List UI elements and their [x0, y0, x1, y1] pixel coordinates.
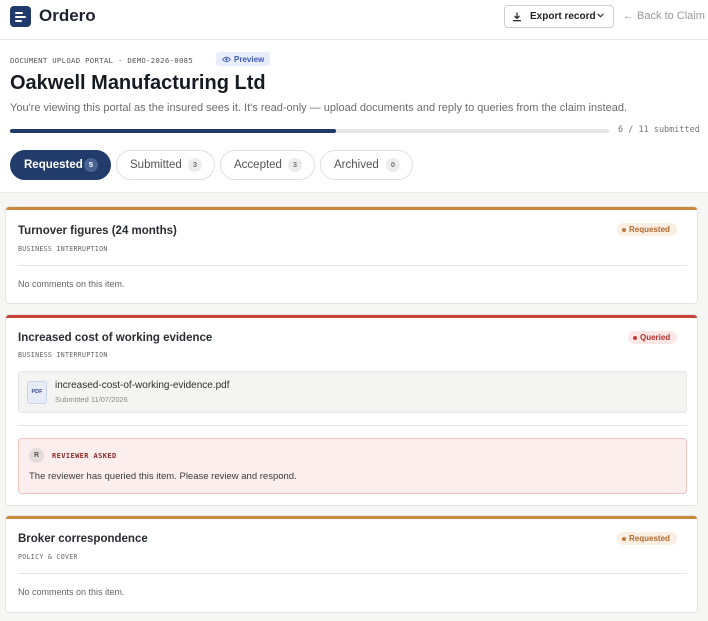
back-to-claim-link[interactable]: ← Back to Claim: [623, 10, 705, 22]
card-category: POLICY & COVER: [18, 553, 78, 561]
tab-archived[interactable]: Archived 0: [320, 150, 413, 180]
card-title: Turnover figures (24 months): [18, 225, 177, 237]
card-title: Increased cost of working evidence: [18, 332, 213, 344]
preview-label: Preview: [234, 54, 265, 64]
pdf-file-icon: PDF: [27, 381, 47, 404]
top-bar: Ordero Export record ← Back to Claim: [0, 0, 708, 40]
page-title: Oakwell Manufacturing Ltd: [10, 72, 266, 94]
menu-lines-icon[interactable]: [10, 6, 31, 27]
preview-badge: Preview: [216, 52, 271, 66]
card-comment: No comments on this item.: [18, 279, 125, 289]
tab-label: Submitted: [130, 159, 182, 171]
document-card[interactable]: Increased cost of working evidence BUSIN…: [5, 314, 698, 506]
document-card[interactable]: Turnover figures (24 months) BUSINESS IN…: [5, 206, 698, 304]
reviewer-query-text: The reviewer has queried this item. Plea…: [29, 471, 297, 482]
download-icon: [512, 11, 522, 21]
chevron-down-icon: [597, 13, 604, 18]
document-list: Turnover figures (24 months) BUSINESS IN…: [0, 192, 708, 621]
tab-label: Accepted: [234, 159, 282, 171]
status-badge: Requested: [617, 532, 677, 545]
app-name: Ordero: [39, 6, 96, 25]
status-dot: [633, 335, 637, 340]
card-accent-bar: [6, 207, 697, 210]
file-name[interactable]: increased-cost-of-working-evidence.pdf: [55, 380, 230, 391]
submitted-file-row[interactable]: PDF increased-cost-of-working-evidence.p…: [18, 371, 687, 413]
reviewer-query-box: R REVIEWER ASKED The reviewer has querie…: [18, 438, 687, 494]
page-subtitle: You're viewing this portal as the insure…: [10, 102, 628, 114]
status-label: Queried: [640, 333, 671, 342]
status-label: Requested: [629, 225, 670, 234]
card-category: BUSINESS INTERRUPTION: [18, 245, 108, 253]
tab-count: 3: [288, 158, 302, 172]
reviewer-asked-label: REVIEWER ASKED: [52, 452, 117, 460]
tab-submitted[interactable]: Submitted 3: [116, 150, 215, 180]
document-card[interactable]: Broker correspondence POLICY & COVER Req…: [5, 515, 698, 613]
status-badge: Queried: [628, 331, 678, 344]
tab-label: Requested: [24, 159, 83, 171]
tab-requested[interactable]: Requested 5: [10, 150, 111, 180]
card-accent-bar: [6, 516, 697, 519]
tab-count: 0: [386, 158, 400, 172]
status-label: Requested: [629, 534, 670, 543]
tab-label: Archived: [334, 159, 379, 171]
reviewer-avatar: R: [29, 448, 44, 463]
export-record-label: Export record: [530, 11, 596, 22]
card-divider: [18, 573, 687, 574]
portal-tag: DOCUMENT UPLOAD PORTAL · DEMO-2026-0085: [10, 56, 194, 65]
status-badge: Requested: [617, 223, 677, 236]
card-divider: [18, 425, 687, 426]
status-dot: [622, 536, 626, 541]
card-divider: [18, 265, 687, 266]
export-record-button[interactable]: Export record: [504, 5, 614, 28]
tab-accepted[interactable]: Accepted 3: [220, 150, 315, 180]
card-comment: No comments on this item.: [18, 587, 125, 597]
card-title: Broker correspondence: [18, 533, 148, 545]
card-accent-bar: [6, 315, 697, 318]
file-submitted-date: Submitted 11/07/2026: [55, 395, 128, 404]
progress-fill: [10, 129, 337, 133]
tab-count: 3: [188, 158, 202, 172]
card-category: BUSINESS INTERRUPTION: [18, 351, 108, 359]
progress-text: 6 / 11 submitted: [618, 125, 700, 135]
submission-progress-bar: [10, 129, 609, 133]
status-dot: [622, 227, 626, 232]
tab-count: 5: [84, 158, 98, 172]
eye-icon: [222, 56, 231, 62]
